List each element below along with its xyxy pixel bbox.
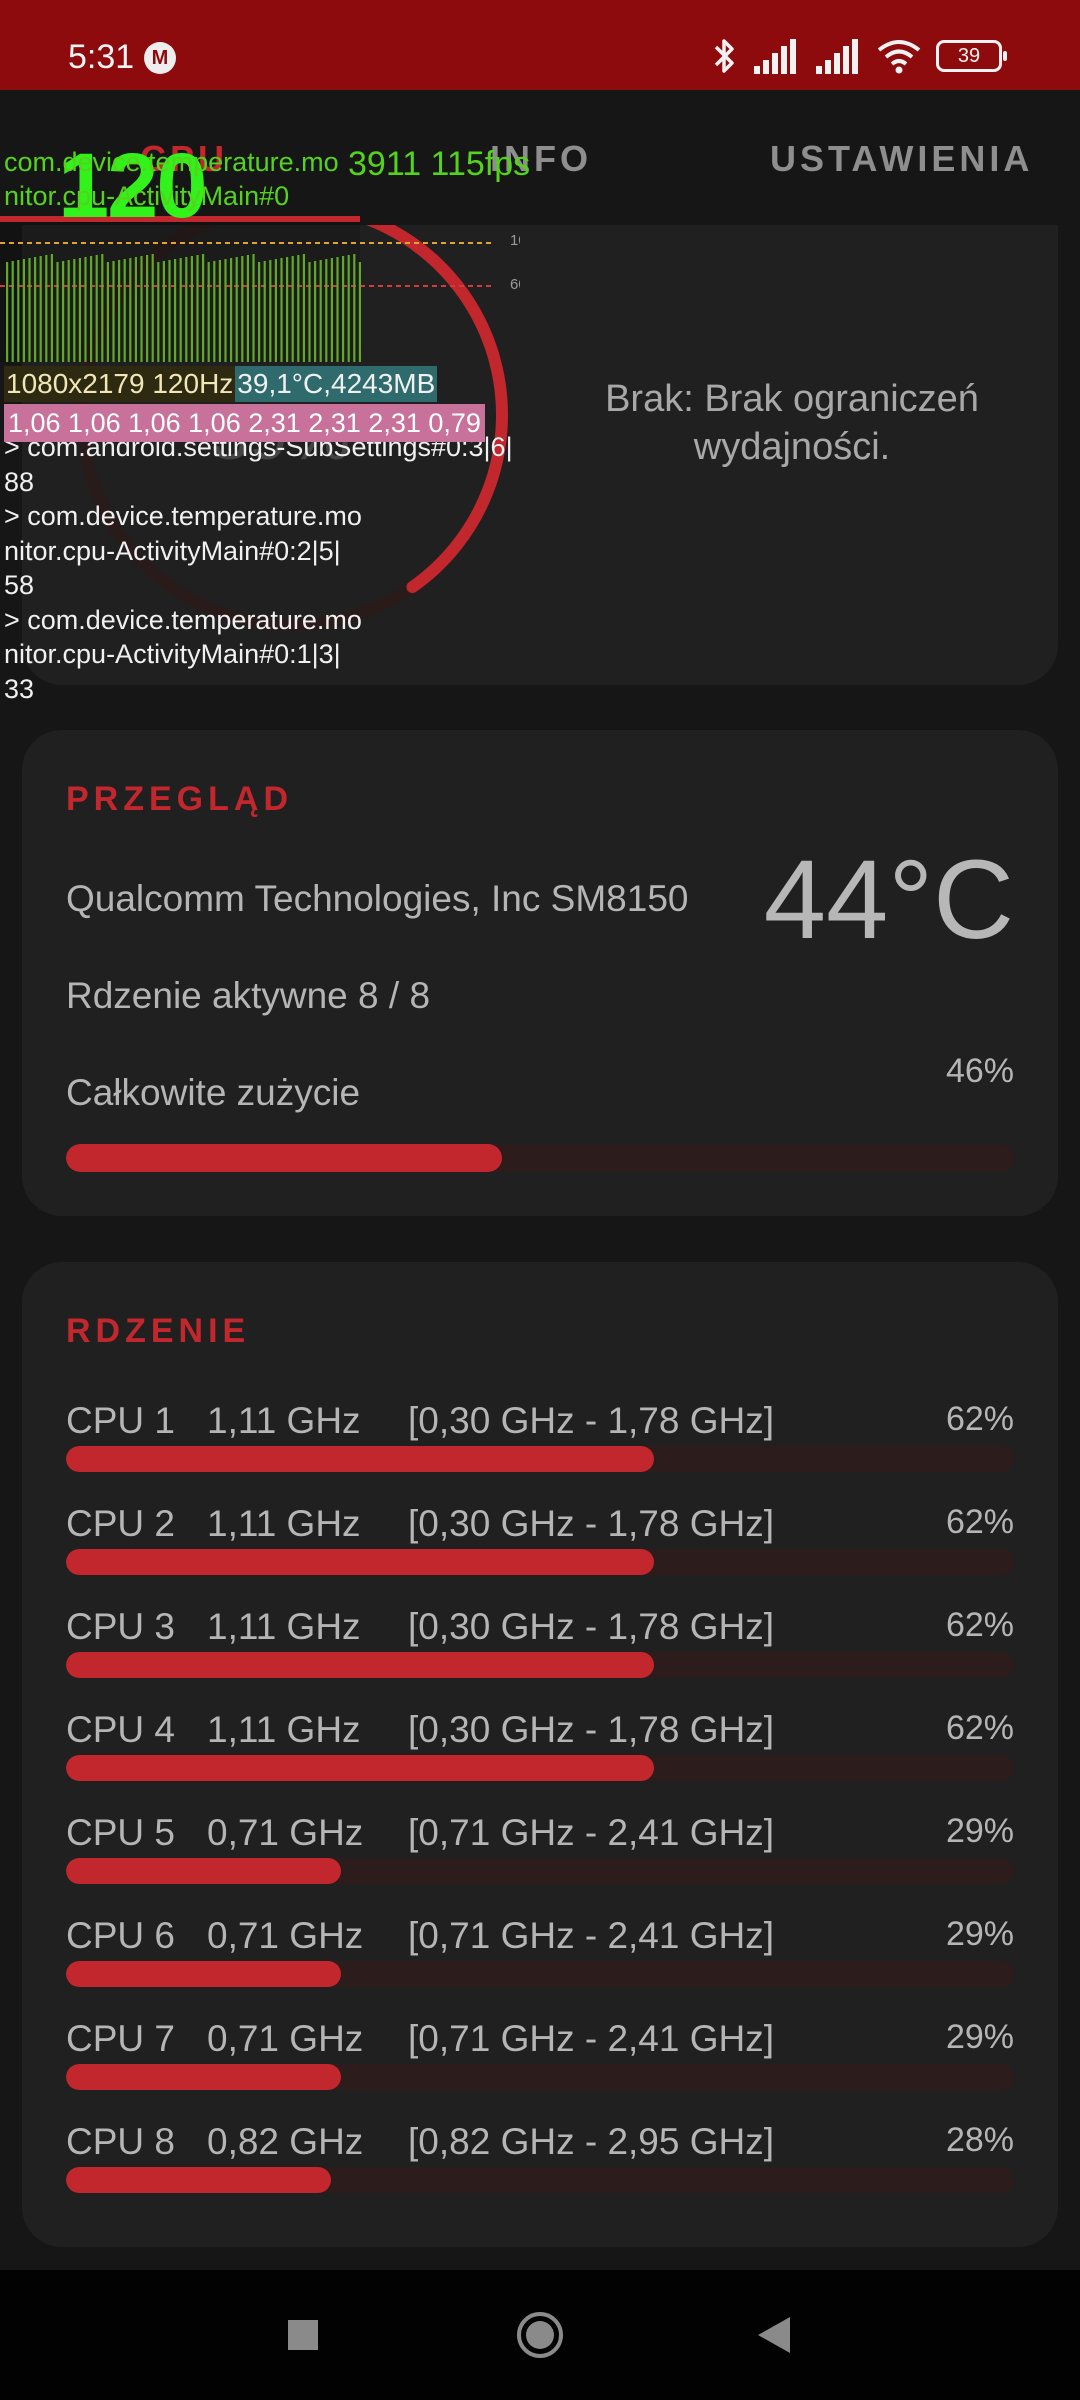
core-usage-bar-fill — [66, 2064, 341, 2090]
core-usage-bar — [66, 1446, 1014, 1472]
total-usage-label: Całkowite zużycie — [66, 1072, 361, 1113]
core-frequency-range: [0,30 GHz - 1,78 GHz] — [408, 1709, 775, 1750]
cores-card: RDZENIE CPU 1 1,11 GHz [0,30 GHz - 1,78 GH… — [22, 1262, 1058, 2247]
tab-settings[interactable]: USTAWIENIA — [770, 138, 1033, 180]
core-name: CPU 7 — [66, 2018, 175, 2059]
back-button[interactable] — [714, 2270, 834, 2400]
status-time: 5:31 — [68, 38, 135, 76]
frame-bar — [6, 262, 9, 362]
status-icons: 39 — [712, 34, 1007, 78]
core-frequency-range: [0,71 GHz - 2,41 GHz] — [408, 2018, 775, 2059]
core-frequency-range: [0,30 GHz - 1,78 GHz] — [408, 1606, 775, 1647]
core-frequency: 1,11 GHz — [207, 1606, 361, 1647]
core-usage-bar-fill — [66, 1652, 654, 1678]
cores-title: RDZENIE — [66, 1312, 251, 1350]
core-usage-bar — [66, 1549, 1014, 1575]
core-usage-bar — [66, 1858, 1014, 1884]
total-usage-bar — [66, 1144, 1014, 1172]
total-usage-percent: 46% — [945, 1052, 1014, 1090]
gauge-card: 39% Brak: Brak ograniczeń wydajności. — [22, 199, 1058, 685]
throttling-status: Brak: Brak ograniczeń wydajności. — [605, 378, 979, 468]
wifi-icon — [877, 40, 921, 74]
core-usage-percent: 29% — [945, 1915, 1014, 1953]
core-usage-bar-fill — [66, 1961, 341, 1987]
core-usage-percent: 62% — [945, 1503, 1014, 1541]
core-row: CPU 3 1,11 GHz [0,30 GHz - 1,78 GHz] 62% — [66, 1606, 1014, 1709]
tab-cpu[interactable]: CPU — [140, 138, 228, 180]
core-name: CPU 5 — [66, 1812, 175, 1853]
overview-title: PRZEGLĄD — [66, 780, 293, 818]
core-usage-bar — [66, 2064, 1014, 2090]
gauge-value: 39% — [210, 396, 351, 474]
core-row: CPU 4 1,11 GHz [0,30 GHz - 1,78 GHz] 62% — [66, 1709, 1014, 1812]
gmail-icon: M — [144, 42, 176, 74]
core-frequency-range: [0,82 GHz - 2,95 GHz] — [408, 2121, 775, 2162]
back-triangle-icon — [758, 2317, 790, 2353]
recents-square-icon — [288, 2320, 318, 2350]
core-usage-percent: 29% — [945, 1812, 1014, 1850]
core-frequency: 1,11 GHz — [207, 1400, 361, 1441]
core-row: CPU 5 0,71 GHz [0,71 GHz - 2,41 GHz] 29% — [66, 1812, 1014, 1915]
core-usage-percent: 62% — [945, 1606, 1014, 1644]
core-frequency: 0,82 GHz — [207, 2121, 364, 2162]
core-row: CPU 1 1,11 GHz [0,30 GHz - 1,78 GHz] 62% — [66, 1400, 1014, 1503]
tab-indicator — [0, 216, 360, 222]
status-bar: 5:31 M 39 — [0, 0, 1080, 90]
overview-card: PRZEGLĄD Qualcomm Technologies, Inc SM81… — [22, 730, 1058, 1216]
recents-button[interactable] — [243, 2270, 363, 2400]
home-button[interactable] — [480, 2270, 600, 2400]
core-usage-percent: 28% — [945, 2121, 1014, 2159]
signal-icon — [816, 39, 858, 74]
core-usage-percent: 29% — [945, 2018, 1014, 2056]
core-row: CPU 2 1,11 GHz [0,30 GHz - 1,78 GHz] 62% — [66, 1503, 1014, 1606]
home-circle-icon — [517, 2312, 563, 2358]
core-frequency-range: [0,30 GHz - 1,78 GHz] — [408, 1503, 775, 1544]
core-name: CPU 8 — [66, 2121, 175, 2162]
core-usage-bar — [66, 2167, 1014, 2193]
total-usage-bar-fill — [66, 1144, 503, 1172]
core-row: CPU 6 0,71 GHz [0,71 GHz - 2,41 GHz] 29% — [66, 1915, 1014, 2018]
core-usage-percent: 62% — [945, 1400, 1014, 1438]
core-frequency-range: [0,71 GHz - 2,41 GHz] — [408, 1812, 775, 1853]
core-frequency-range: [0,30 GHz - 1,78 GHz] — [408, 1400, 775, 1441]
core-name: CPU 1 — [66, 1400, 175, 1441]
core-frequency-range: [0,71 GHz - 2,41 GHz] — [408, 1915, 775, 1956]
core-name: CPU 3 — [66, 1606, 175, 1647]
core-frequency: 1,11 GHz — [207, 1709, 361, 1750]
core-usage-bar — [66, 1961, 1014, 1987]
bluetooth-icon — [714, 39, 734, 73]
app-header: CPU INFO USTAWIENIA — [0, 90, 1080, 225]
core-usage-percent: 62% — [945, 1709, 1014, 1747]
frame-bar — [11, 261, 14, 362]
core-usage-bar — [66, 1755, 1014, 1781]
core-usage-bar-fill — [66, 1858, 341, 1884]
core-name: CPU 4 — [66, 1709, 175, 1750]
tab-info[interactable]: INFO — [490, 138, 592, 180]
core-usage-bar-fill — [66, 2167, 332, 2193]
core-row: CPU 8 0,82 GHz [0,82 GHz - 2,95 GHz] 28% — [66, 2121, 1014, 2224]
core-usage-bar-fill — [66, 1446, 654, 1472]
core-usage-bar-fill — [66, 1549, 654, 1575]
core-name: CPU 2 — [66, 1503, 175, 1544]
core-usage-bar-fill — [66, 1755, 654, 1781]
core-frequency: 0,71 GHz — [207, 1915, 364, 1956]
core-frequency: 0,71 GHz — [207, 1812, 364, 1853]
core-frequency: 1,11 GHz — [207, 1503, 361, 1544]
active-cores: Rdzenie aktywne 8 / 8 — [66, 975, 431, 1016]
navigation-bar — [0, 2270, 1080, 2400]
core-frequency: 0,71 GHz — [207, 2018, 364, 2059]
cpu-temperature: 44°C — [763, 837, 1014, 962]
usage-gauge: 39% — [62, 199, 522, 685]
core-usage-bar — [66, 1652, 1014, 1678]
signal-icon — [754, 39, 796, 74]
chip-name: Qualcomm Technologies, Inc SM8150 — [66, 878, 689, 919]
frame-bar — [17, 260, 20, 362]
core-name: CPU 6 — [66, 1915, 175, 1956]
core-row: CPU 7 0,71 GHz [0,71 GHz - 2,41 GHz] 29% — [66, 2018, 1014, 2121]
battery-icon: 39 — [936, 40, 1007, 72]
